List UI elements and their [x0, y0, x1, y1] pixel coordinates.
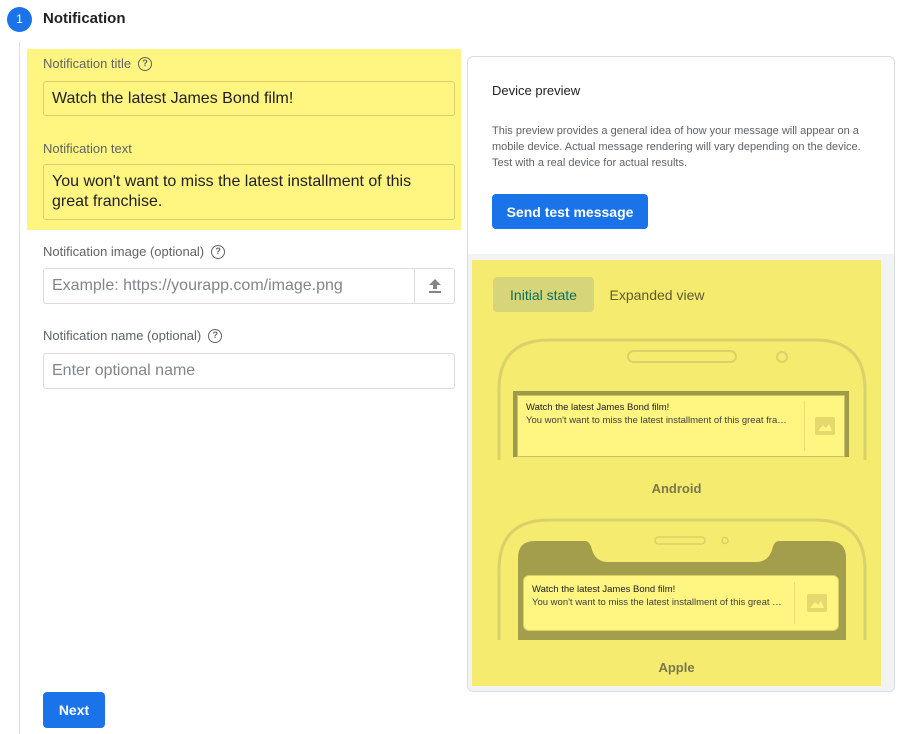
help-circle-icon[interactable]: ? — [211, 244, 226, 259]
highlight-region-preview: Initial state Expanded view Watch the la… — [472, 260, 881, 686]
image-placeholder-icon — [794, 582, 838, 624]
notification-name-input[interactable]: Enter optional name — [43, 353, 455, 389]
notification-name-label-text: Notification name (optional) — [43, 328, 202, 343]
notification-text-input[interactable]: You won't want to miss the latest instal… — [43, 164, 455, 220]
notification-name-label: Notification name (optional) ? — [43, 328, 223, 343]
notification-name-placeholder: Enter optional name — [52, 362, 196, 379]
step-title: Notification — [43, 10, 126, 27]
notification-text-value: You won't want to miss the latest instal… — [52, 173, 412, 210]
image-placeholder-icon — [804, 401, 844, 451]
send-test-message-button[interactable]: Send test message — [492, 194, 648, 229]
notification-title-input[interactable]: Watch the latest James Bond film! — [43, 81, 455, 116]
apple-notification-title: Watch the latest James Bond film! — [532, 584, 676, 595]
notification-title-value: Watch the latest James Bond film! — [52, 89, 294, 107]
notification-image-label-text: Notification image (optional) — [43, 244, 205, 259]
help-circle-icon[interactable]: ? — [208, 328, 223, 343]
android-notification-text: You won't want to miss the latest instal… — [526, 415, 791, 426]
notification-title-label-text: Notification title — [43, 56, 132, 71]
device-preview-title: Device preview — [492, 83, 581, 98]
apple-label: Apple — [658, 660, 695, 675]
device-preview-description: This preview provides a general idea of … — [492, 125, 861, 169]
upload-image-button[interactable] — [414, 268, 455, 304]
android-label: Android — [651, 481, 702, 496]
next-button[interactable]: Next — [43, 692, 105, 728]
notification-image-label: Notification image (optional) ? — [43, 244, 226, 259]
upload-icon — [428, 279, 441, 293]
step-connector-line — [19, 42, 20, 734]
notification-composer: 1 Notification Notification title ? Watc… — [0, 0, 904, 734]
step-number-badge: 1 — [7, 7, 32, 32]
device-preview-card: Device preview This preview provides a g… — [467, 56, 895, 692]
notification-image-placeholder: Example: https://yourapp.com/image.png — [52, 277, 343, 294]
help-circle-icon[interactable]: ? — [138, 56, 153, 71]
notification-image-input[interactable]: Example: https://yourapp.com/image.png — [43, 268, 415, 304]
notification-text-label-text: Notification text — [43, 141, 132, 156]
android-notification-title: Watch the latest James Bond film! — [526, 402, 670, 413]
apple-notification-card: Watch the latest James Bond film! You wo… — [523, 575, 839, 631]
android-notification-card: Watch the latest James Bond film! You wo… — [517, 395, 845, 457]
notification-text-label: Notification text — [43, 141, 132, 156]
notification-title-label: Notification title ? — [43, 56, 153, 71]
apple-notification-text: You won't want to miss the latest instal… — [532, 597, 782, 608]
